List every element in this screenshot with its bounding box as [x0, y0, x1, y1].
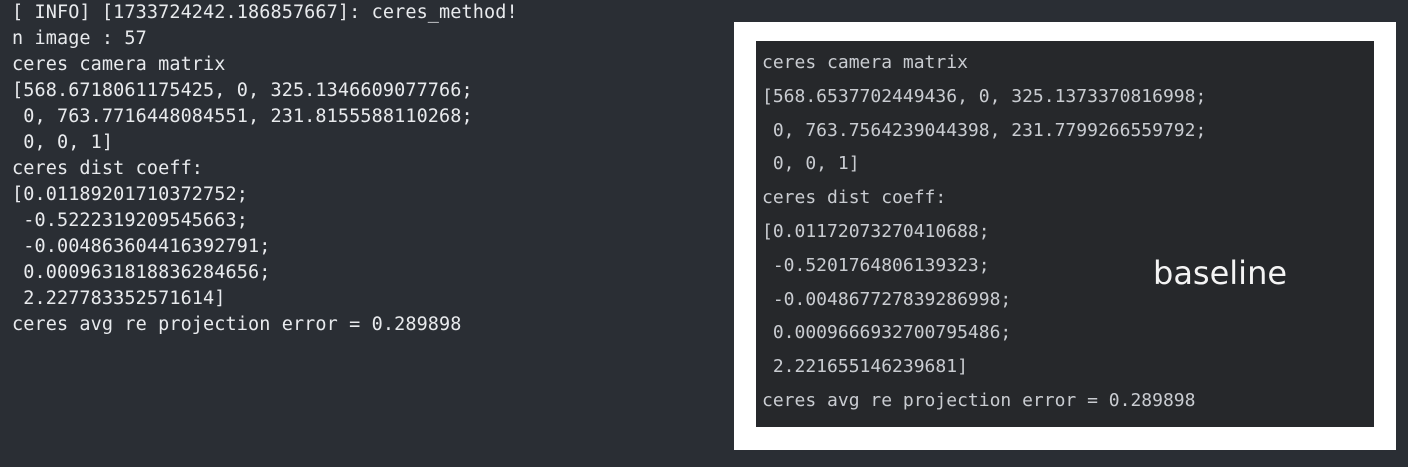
terminal-line-dist-coeff-4: 0.0009631818836284656; — [12, 262, 271, 283]
terminal-line-dist-coeff-5: 2.227783352571614] — [12, 288, 226, 309]
baseline-line-matrix-row-2: 0, 763.7564239044398, 231.7799266559792; — [762, 119, 1207, 141]
terminal-line-dist-coeff-2: -0.5222319209545663; — [12, 210, 248, 231]
terminal-line-dist-coeff-1: [0.01189201710372752; — [12, 184, 248, 205]
terminal-line-log-info: [ INFO] [1733724242.186857667]: ceres_me… — [12, 2, 518, 23]
terminal-line-matrix-row-2: 0, 763.7716448084551, 231.8155588110268; — [12, 106, 473, 127]
baseline-line-dist-coeff-title: ceres dist coeff: — [762, 187, 947, 209]
baseline-line-dist-coeff-5: 2.221655146239681] — [762, 356, 968, 378]
terminal-line-reprojection-error: ceres avg re projection error = 0.289898 — [12, 314, 462, 335]
terminal-line-dist-coeff-3: -0.004863604416392791; — [12, 236, 271, 257]
baseline-output: ceres camera matrix [568.6537702449436, … — [762, 46, 1206, 418]
terminal-line-matrix-row-1: [568.6718061175425, 0, 325.1346609077766… — [12, 80, 473, 101]
terminal-line-image-count: n image : 57 — [12, 28, 147, 49]
terminal-line-dist-coeff-title: ceres dist coeff: — [12, 158, 204, 179]
baseline-line-dist-coeff-2: -0.5201764806139323; — [762, 254, 990, 276]
baseline-line-dist-coeff-4: 0.0009666932700795486; — [762, 322, 1012, 344]
baseline-line-matrix-row-1: [568.6537702449436, 0, 325.1373370816998… — [762, 85, 1207, 107]
terminal-line-camera-matrix-title: ceres camera matrix — [12, 54, 226, 75]
terminal-output: [ INFO] [1733724242.186857667]: ceres_me… — [12, 0, 518, 338]
baseline-screenshot: ceres camera matrix [568.6537702449436, … — [756, 41, 1374, 427]
terminal-line-matrix-row-3: 0, 0, 1] — [12, 132, 114, 153]
baseline-line-dist-coeff-3: -0.004867727839286998; — [762, 288, 1012, 310]
baseline-line-reprojection-error: ceres avg re projection error = 0.289898 — [762, 389, 1196, 411]
baseline-line-matrix-row-3: 0, 0, 1] — [762, 153, 860, 175]
baseline-line-camera-matrix-title: ceres camera matrix — [762, 52, 968, 73]
baseline-line-dist-coeff-1: [0.01172073270410688; — [762, 220, 990, 242]
baseline-label: baseline — [1153, 254, 1288, 292]
